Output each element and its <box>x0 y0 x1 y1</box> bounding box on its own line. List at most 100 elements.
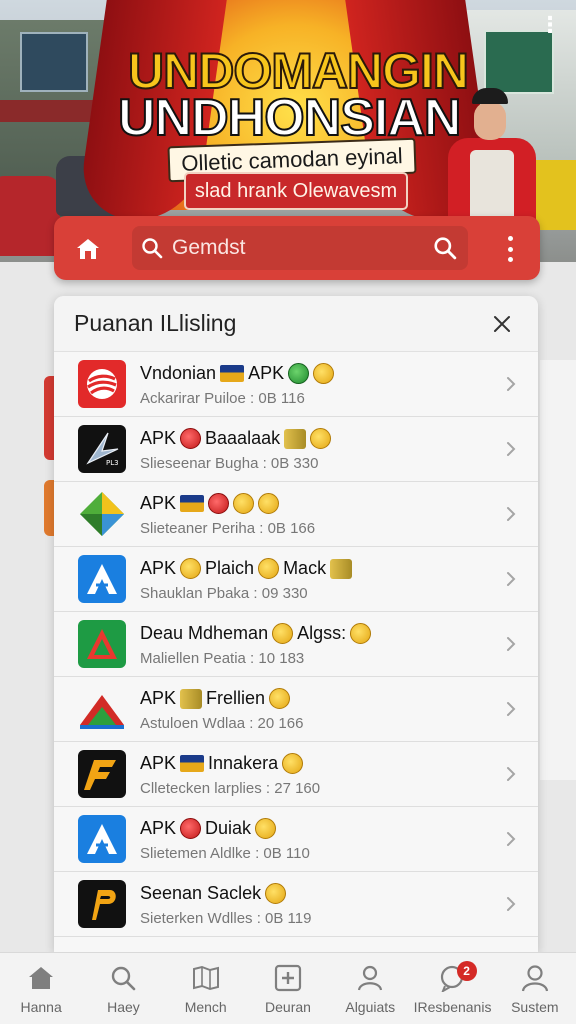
emoji-icon <box>350 623 372 644</box>
list-item-subtitle: Astuloen Wdlaa : 20 166 <box>140 714 304 732</box>
list-item[interactable]: APK Frellien Astuloen Wdlaa : 20 166 <box>54 677 538 742</box>
nav-item-label: Deuran <box>265 999 311 1015</box>
search-icon <box>108 963 138 993</box>
nav-item-alguiats[interactable]: Alguiats <box>329 953 411 1024</box>
emoji-icon <box>255 818 277 839</box>
green-a-app-icon <box>78 620 126 668</box>
list-item-text: APK Innakera Clletecken larplies : 27 160 <box>140 752 496 797</box>
emoji-icon <box>288 363 310 384</box>
chevron-right-icon <box>496 895 526 913</box>
nav-item-deuran[interactable]: Deuran <box>247 953 329 1024</box>
nav-item-sustem[interactable]: Sustem <box>494 953 576 1024</box>
emoji-icon <box>220 365 245 382</box>
emoji-icon <box>272 623 294 644</box>
emoji-icon <box>310 428 332 449</box>
nav-item-label: Haey <box>107 999 140 1015</box>
list-item-text: APK Baaalaak Slieseenar Bugha : 0B 330 <box>140 427 496 472</box>
list-item-title-part: Frellien <box>206 688 266 708</box>
emoji-icon <box>258 493 280 514</box>
chevron-right-icon <box>496 375 526 393</box>
list-item-title: APK Frellien <box>140 687 496 711</box>
list-item[interactable]: Deau Mdheman Algss: Maliellen Peatia : 10 … <box>54 612 538 677</box>
list-item[interactable]: Seenan Saclek Sieterken Wdlles : 0B 119 <box>54 872 538 937</box>
list-item-title-part: APK <box>248 363 285 383</box>
list-item-title-part: APK <box>140 688 177 708</box>
home-icon[interactable] <box>68 230 108 268</box>
list-item-title-part: Seenan Saclek <box>140 883 262 903</box>
map-icon <box>191 963 221 993</box>
nav-item-iresbenanis[interactable]: 2 IResbenanis <box>411 953 493 1024</box>
chevron-right-icon <box>496 635 526 653</box>
search-bar[interactable]: Gemdst <box>132 226 468 270</box>
nav-item-label: Alguiats <box>345 999 396 1015</box>
list-item-title-part: APK <box>140 818 177 838</box>
list-item-subtitle: Sieterken Wdlles : 0B 119 <box>140 909 312 927</box>
list-item-title-part: Innakera <box>208 753 279 773</box>
list-item-title: Vndonian APK <box>140 362 496 386</box>
app-bar: Gemdst <box>54 216 540 280</box>
list-item[interactable]: APK Slieteaner Periha : 0B 166 <box>54 482 538 547</box>
list-item-title: APK Innakera <box>140 752 496 776</box>
chevron-right-icon <box>496 830 526 848</box>
chevron-right-icon <box>496 700 526 718</box>
list-item-title-part: Mack <box>283 558 327 578</box>
nav-item-label: Sustem <box>511 999 559 1015</box>
list-item-title: APK Baaalaak <box>140 427 496 451</box>
chevron-right-icon <box>496 570 526 588</box>
list-item-text: Deau Mdheman Algss: Maliellen Peatia : 10 … <box>140 622 496 667</box>
list-item-title-part: Algss: <box>297 623 347 643</box>
list-item[interactable]: APK Innakera Clletecken larplies : 27 160 <box>54 742 538 807</box>
list-item-title: Seenan Saclek <box>140 882 496 906</box>
hero-banner-button[interactable]: slad hrank Olewavesm <box>184 172 408 210</box>
search-submit-icon[interactable] <box>422 236 468 260</box>
list-item[interactable]: Vndonian APK Ackarirar Puiloe : 0B 116 <box>54 352 538 417</box>
chevron-right-icon <box>496 440 526 458</box>
nav-item-haey[interactable]: Haey <box>82 953 164 1024</box>
list-item-title: APK Duiak <box>140 817 496 841</box>
red-stripes-app-icon <box>78 360 126 408</box>
profile-icon <box>520 963 550 993</box>
list-item-text: APK Plaich Mack Shauklan Pbaka : 09 330 <box>140 557 496 602</box>
red-car <box>0 176 60 256</box>
list-item[interactable]: APK Plaich Mack Shauklan Pbaka : 09 330 <box>54 547 538 612</box>
search-input[interactable]: Gemdst <box>172 236 422 260</box>
list-item-title: Deau Mdheman Algss: <box>140 622 496 646</box>
emoji-icon <box>265 883 287 904</box>
emoji-icon <box>269 688 291 709</box>
more-vertical-icon[interactable] <box>502 236 518 262</box>
list-item-title: APK Plaich Mack <box>140 557 496 581</box>
app-list: Vndonian APK Ackarirar Puiloe : 0B 116 PL3 A… <box>54 352 538 937</box>
list-item[interactable]: PL3 APK Baaalaak Slieseenar Bugha : 0B 330 <box>54 417 538 482</box>
nav-item-hanna[interactable]: Hanna <box>0 953 82 1024</box>
close-icon[interactable] <box>486 308 518 340</box>
orange-p-app-icon <box>78 880 126 928</box>
hero-more-icon[interactable]: ⋮ <box>538 10 562 40</box>
list-item[interactable]: APK Duiak Slietemen Aldlke : 0B 110 <box>54 807 538 872</box>
list-item-text: Seenan Saclek Sieterken Wdlles : 0B 119 <box>140 882 496 927</box>
list-item-title-part: APK <box>140 428 177 448</box>
list-item-text: Vndonian APK Ackarirar Puiloe : 0B 116 <box>140 362 496 407</box>
home-icon <box>26 963 56 993</box>
emoji-icon <box>180 558 202 579</box>
emoji-icon <box>258 558 280 579</box>
emoji-icon <box>180 818 202 839</box>
blue-a-app-icon <box>78 815 126 863</box>
list-item-title: APK <box>140 492 496 516</box>
emoji-icon <box>180 755 205 772</box>
list-item-subtitle: Shauklan Pbaka : 09 330 <box>140 584 308 602</box>
list-item-title-part: Deau Mdheman <box>140 623 269 643</box>
nav-item-mench[interactable]: Mench <box>165 953 247 1024</box>
emoji-icon <box>180 428 202 449</box>
list-item-subtitle: Slietemen Aldlke : 0B 110 <box>140 844 310 862</box>
list-item-subtitle: Slieseenar Bugha : 0B 330 <box>140 454 319 472</box>
emoji-icon <box>282 753 304 774</box>
list-item-text: APK Frellien Astuloen Wdlaa : 20 166 <box>140 687 496 732</box>
panel-title: Puanan ILlisling <box>74 310 237 336</box>
svg-text:PL3: PL3 <box>106 459 119 467</box>
panel-header: Puanan ILlisling <box>54 296 538 352</box>
nav-item-label: IResbenanis <box>413 999 492 1015</box>
orange-f-app-icon <box>78 750 126 798</box>
list-item-title-part: Duiak <box>205 818 252 838</box>
list-item-subtitle: Ackarirar Puiloe : 0B 116 <box>140 389 305 407</box>
green-diamond-app-icon <box>78 490 126 538</box>
